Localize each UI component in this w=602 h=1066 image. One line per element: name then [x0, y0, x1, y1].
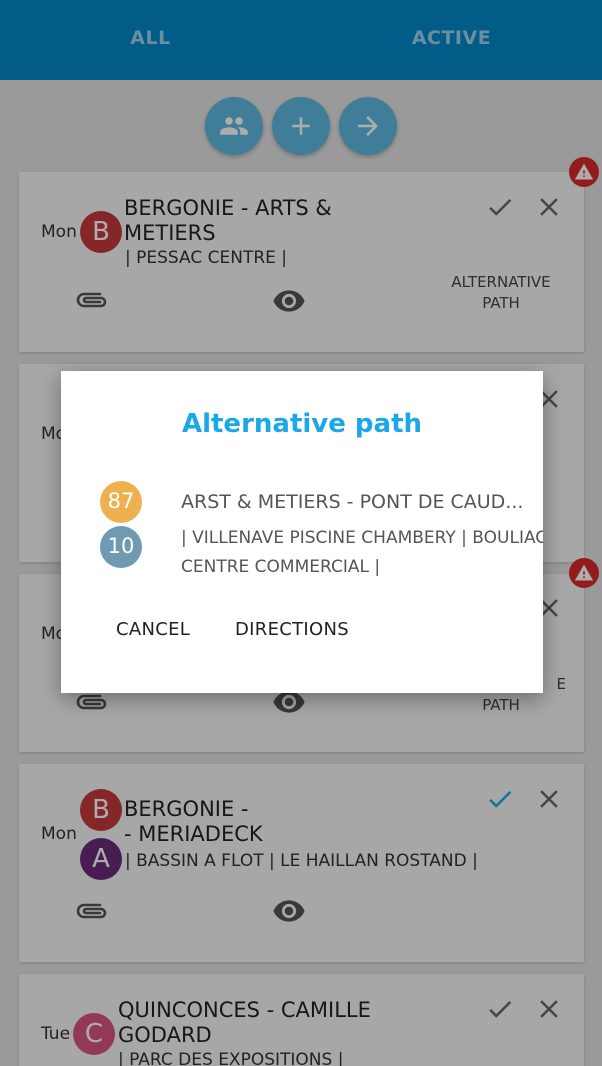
alternative-path-dialog: Alternative path 87 10 ARST & METIERS - … — [61, 371, 543, 693]
cancel-button[interactable]: CANCEL — [116, 619, 190, 640]
route-stops: CENTRE COMMERCIAL | — [181, 557, 381, 577]
line-badge: 87 — [100, 481, 142, 523]
route-name: ARST & METIERS - PONT DE CAUD... — [181, 491, 524, 513]
line-badge: 10 — [100, 526, 142, 568]
directions-button[interactable]: DIRECTIONS — [235, 619, 349, 640]
dialog-title: Alternative path — [181, 409, 423, 439]
route-stops: | VILLENAVE PISCINE CHAMBERY | BOULIAC — [181, 528, 543, 548]
